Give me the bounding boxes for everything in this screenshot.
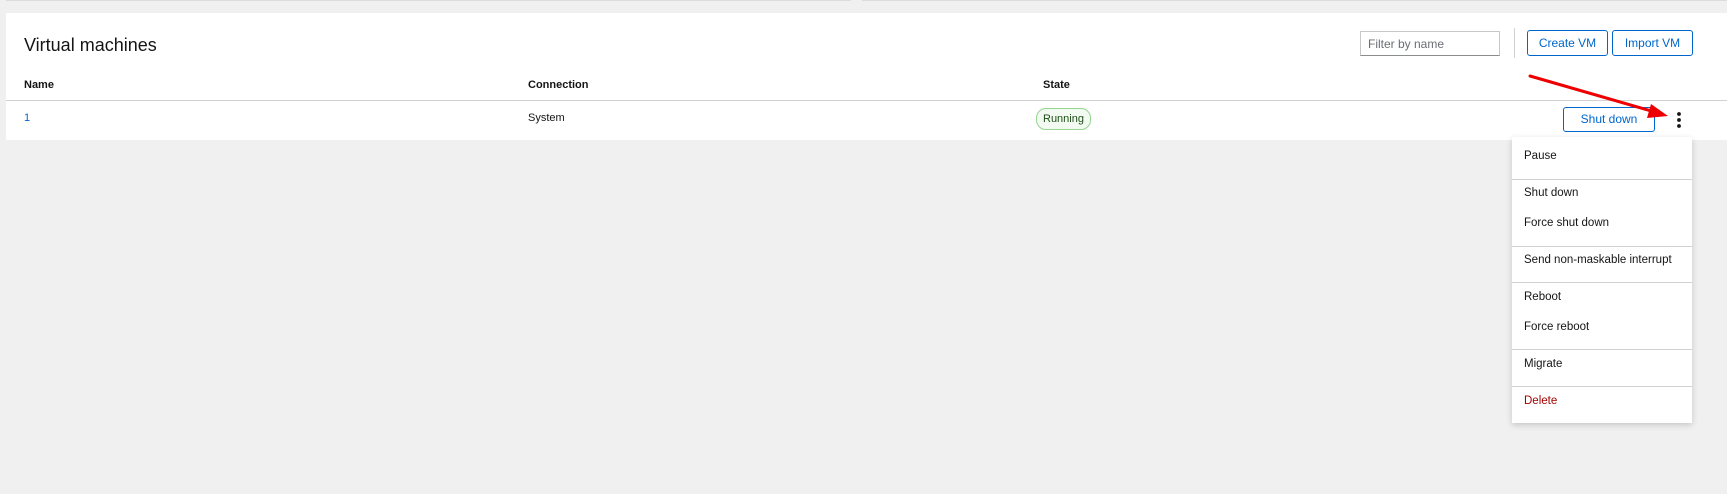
table-header-divider bbox=[6, 100, 1727, 101]
kebab-menu-icon[interactable] bbox=[1670, 109, 1688, 131]
vm-connection: System bbox=[528, 112, 565, 124]
vm-state-badge: Running bbox=[1036, 108, 1091, 130]
menu-separator bbox=[1512, 349, 1692, 350]
shut-down-button[interactable]: Shut down bbox=[1563, 107, 1655, 132]
column-header-name[interactable]: Name bbox=[24, 79, 54, 91]
vm-name-link[interactable]: 1 bbox=[24, 112, 30, 124]
menu-item-pause[interactable]: Pause bbox=[1512, 143, 1692, 169]
filter-by-name-input[interactable] bbox=[1360, 31, 1500, 56]
menu-item-send-nmi[interactable]: Send non-maskable interrupt bbox=[1512, 247, 1692, 273]
menu-item-reboot[interactable]: Reboot bbox=[1512, 284, 1692, 310]
menu-separator bbox=[1512, 386, 1692, 387]
menu-item-delete[interactable]: Delete bbox=[1512, 388, 1692, 414]
create-vm-button[interactable]: Create VM bbox=[1527, 30, 1608, 56]
page-title: Virtual machines bbox=[24, 35, 157, 55]
vm-actions-dropdown-menu: Pause Shut down Force shut down Send non… bbox=[1512, 137, 1692, 423]
menu-item-force-reboot[interactable]: Force reboot bbox=[1512, 314, 1692, 340]
column-header-connection[interactable]: Connection bbox=[528, 79, 589, 91]
toolbar-divider bbox=[1514, 28, 1515, 58]
top-panel-edge-right bbox=[862, 0, 1727, 1]
menu-item-force-shut-down[interactable]: Force shut down bbox=[1512, 210, 1692, 236]
import-vm-button[interactable]: Import VM bbox=[1612, 30, 1693, 56]
column-header-state[interactable]: State bbox=[1043, 79, 1070, 91]
menu-separator bbox=[1512, 282, 1692, 283]
top-panel-edge-left bbox=[6, 0, 851, 1]
menu-item-shut-down[interactable]: Shut down bbox=[1512, 180, 1692, 206]
menu-item-migrate[interactable]: Migrate bbox=[1512, 351, 1692, 377]
virtual-machines-card: Virtual machines Create VM Import VM Nam… bbox=[6, 13, 1727, 140]
